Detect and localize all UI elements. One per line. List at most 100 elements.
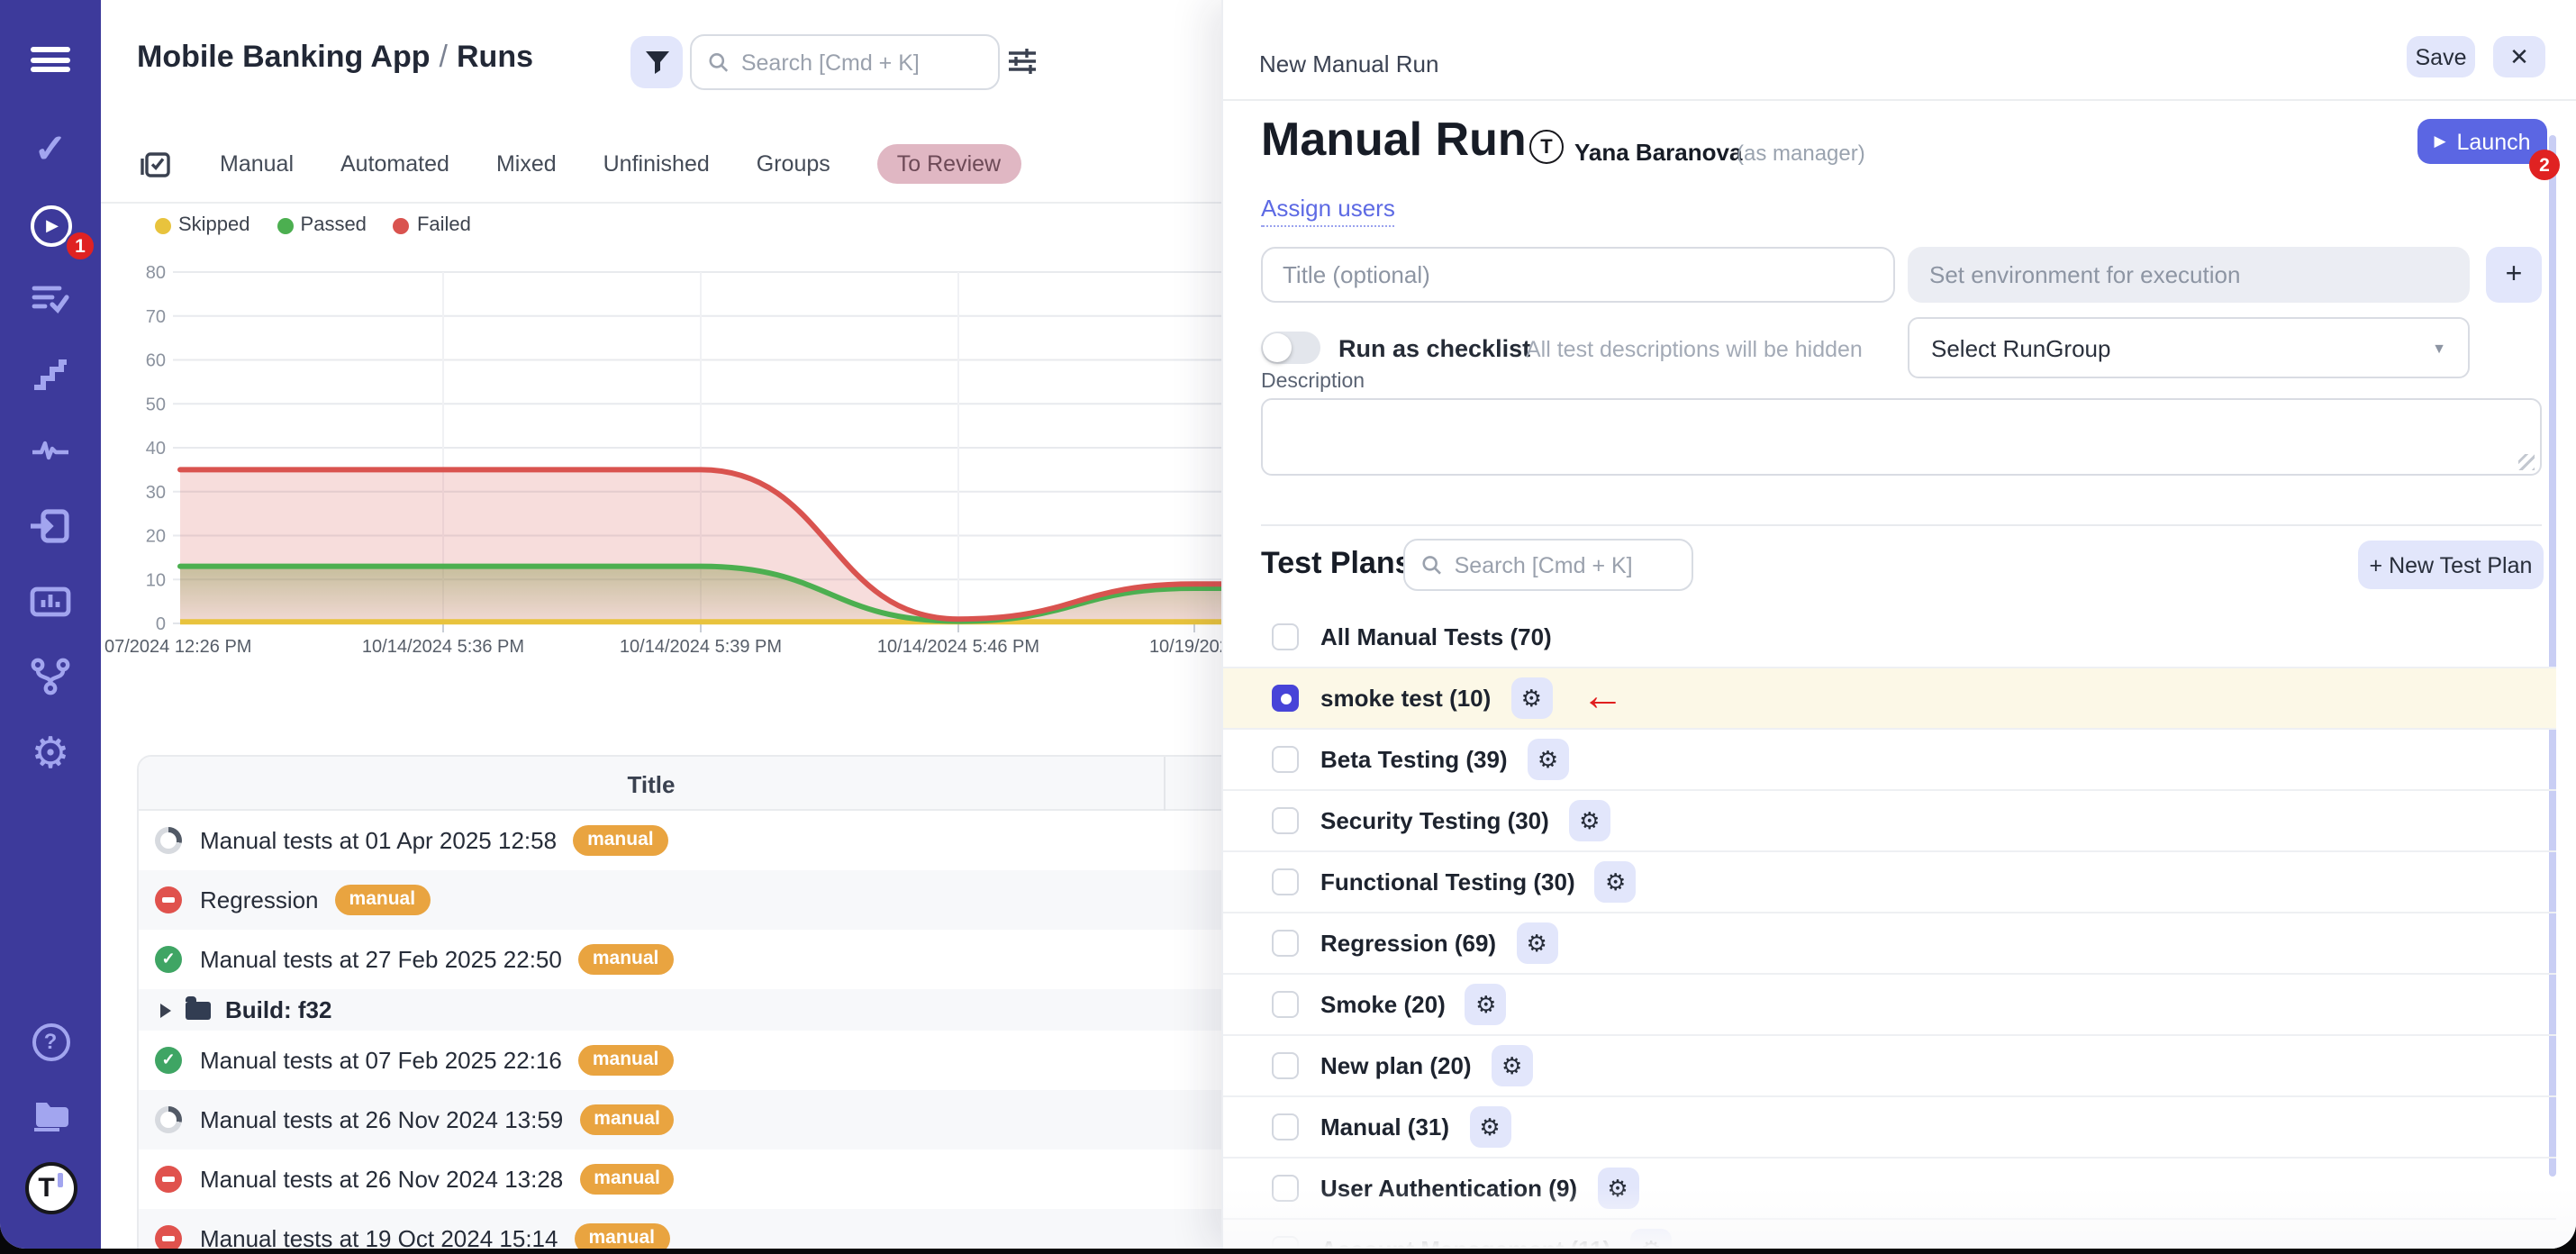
run-title[interactable]: Manual tests at 19 Oct 2024 15:14 xyxy=(200,1225,558,1249)
checkbox[interactable] xyxy=(1272,930,1299,957)
sign-in-icon[interactable] xyxy=(0,503,101,550)
test-plan-label[interactable]: Functional Testing (30) xyxy=(1320,868,1575,895)
plan-settings-gear-icon[interactable]: ⚙ xyxy=(1569,800,1610,841)
plan-settings-gear-icon[interactable]: ⚙ xyxy=(1630,1229,1672,1249)
run-title[interactable]: Manual tests at 26 Nov 2024 13:59 xyxy=(200,1106,563,1133)
expand-caret-icon[interactable] xyxy=(160,1003,171,1017)
menu-icon[interactable] xyxy=(0,36,101,83)
analytics-chart-icon[interactable] xyxy=(0,578,101,625)
legend-item[interactable]: Passed xyxy=(277,214,367,236)
test-plan-label[interactable]: Beta Testing (39) xyxy=(1320,746,1508,773)
table-row[interactable]: Manual tests at 01 Apr 2025 12:58manual xyxy=(139,811,1221,870)
checkbox[interactable] xyxy=(1272,1113,1299,1140)
pulse-icon[interactable] xyxy=(0,425,101,472)
test-plan-row[interactable]: Functional Testing (30) ⚙ xyxy=(1223,852,2556,913)
test-plan-row[interactable]: New plan (20) ⚙ xyxy=(1223,1036,2556,1097)
run-as-checklist-toggle[interactable] xyxy=(1261,332,1320,364)
test-plan-row[interactable]: Manual (31) ⚙ xyxy=(1223,1097,2556,1159)
checkbox[interactable] xyxy=(1272,868,1299,895)
breadcrumb-project[interactable]: Mobile Banking App xyxy=(137,40,431,74)
test-plan-label[interactable]: All Manual Tests (70) xyxy=(1320,623,1552,650)
test-plan-row[interactable]: User Authentication (9) ⚙ xyxy=(1223,1159,2556,1220)
test-plan-row[interactable]: Smoke (20) ⚙ xyxy=(1223,975,2556,1036)
test-list-check-icon[interactable] xyxy=(0,276,101,323)
plan-settings-gear-icon[interactable]: ⚙ xyxy=(1528,739,1569,780)
legend-item[interactable]: Failed xyxy=(394,214,471,236)
test-plan-row[interactable]: Beta Testing (39) ⚙ xyxy=(1223,730,2556,791)
plan-settings-gear-icon[interactable]: ⚙ xyxy=(1492,1045,1533,1086)
new-test-plan-button[interactable]: + New Test Plan xyxy=(2358,541,2544,589)
tab-groups[interactable]: Groups xyxy=(757,151,830,177)
tab-automated[interactable]: Automated xyxy=(340,151,449,177)
test-plan-row[interactable]: Security Testing (30) ⚙ xyxy=(1223,791,2556,852)
logo-avatar[interactable]: T xyxy=(0,1164,101,1211)
plan-settings-gear-icon[interactable]: ⚙ xyxy=(1597,1168,1638,1209)
plan-settings-gear-icon[interactable]: ⚙ xyxy=(1595,861,1637,903)
plan-settings-gear-icon[interactable]: ⚙ xyxy=(1516,922,1557,964)
add-environment-button[interactable]: + xyxy=(2486,247,2542,303)
table-row[interactable]: Regressionmanual xyxy=(139,870,1221,930)
filter-button[interactable] xyxy=(630,36,683,88)
select-all-icon[interactable] xyxy=(141,148,173,180)
checkbox[interactable] xyxy=(1272,1236,1299,1249)
checkbox[interactable] xyxy=(1272,1052,1299,1079)
search-input[interactable] xyxy=(741,50,982,75)
breadcrumb-page[interactable]: Runs xyxy=(457,40,533,74)
tab-to-review[interactable]: To Review xyxy=(877,144,1020,184)
plan-settings-gear-icon[interactable]: ⚙ xyxy=(1510,677,1552,719)
table-row[interactable]: ✓Manual tests at 27 Feb 2025 22:50manual xyxy=(139,930,1221,989)
launch-button[interactable]: ▶Launch xyxy=(2417,119,2547,164)
test-plan-label[interactable]: New plan (20) xyxy=(1320,1052,1472,1079)
checkmark-icon[interactable]: ✓ xyxy=(0,126,101,173)
save-button[interactable]: Save xyxy=(2407,36,2475,77)
checkbox-checked[interactable] xyxy=(1272,685,1299,712)
settings-gear-icon[interactable]: ⚙ xyxy=(0,730,101,777)
plan-settings-gear-icon[interactable]: ⚙ xyxy=(1465,984,1507,1025)
test-plan-label[interactable]: Smoke (20) xyxy=(1320,991,1446,1018)
tab-unfinished[interactable]: Unfinished xyxy=(603,151,710,177)
test-plan-label[interactable]: User Authentication (9) xyxy=(1320,1175,1577,1202)
legend-item[interactable]: Skipped xyxy=(155,214,250,236)
run-title[interactable]: Regression xyxy=(200,886,319,913)
checkbox[interactable] xyxy=(1272,991,1299,1018)
run-title[interactable]: Build: f32 xyxy=(225,996,331,1023)
test-plans-search-input[interactable] xyxy=(1455,552,1675,577)
run-title-input[interactable] xyxy=(1261,247,1895,303)
tab-manual[interactable]: Manual xyxy=(220,151,294,177)
environment-input[interactable] xyxy=(1908,247,2470,303)
checkbox[interactable] xyxy=(1272,623,1299,650)
test-plan-row[interactable]: Regression (69) ⚙ xyxy=(1223,913,2556,975)
description-textarea[interactable] xyxy=(1261,398,2542,476)
checkbox[interactable] xyxy=(1272,746,1299,773)
plan-settings-gear-icon[interactable]: ⚙ xyxy=(1469,1106,1510,1148)
projects-folder-icon[interactable] xyxy=(0,1092,101,1139)
test-plan-label[interactable]: Account Management (11) xyxy=(1320,1236,1610,1249)
table-row[interactable]: Manual tests at 26 Nov 2024 13:28manual xyxy=(139,1150,1221,1209)
test-plan-label[interactable]: Manual (31) xyxy=(1320,1113,1449,1140)
table-row[interactable]: Manual tests at 19 Oct 2024 15:14manual xyxy=(139,1209,1221,1249)
rungroup-select[interactable]: Select RunGroup▼ xyxy=(1908,317,2470,378)
view-settings-icon[interactable] xyxy=(1007,47,1038,85)
test-plan-row[interactable]: Account Management (11) ⚙ xyxy=(1223,1220,2556,1249)
test-plan-label[interactable]: smoke test (10) xyxy=(1320,685,1491,712)
checkbox[interactable] xyxy=(1272,807,1299,834)
checkbox[interactable] xyxy=(1272,1175,1299,1202)
run-title[interactable]: Manual tests at 27 Feb 2025 22:50 xyxy=(200,946,562,973)
steps-icon[interactable] xyxy=(0,351,101,398)
assign-users-link[interactable]: Assign users xyxy=(1261,195,1395,227)
test-plan-label[interactable]: Security Testing (30) xyxy=(1320,807,1549,834)
table-row[interactable]: Manual tests at 26 Nov 2024 13:59manual xyxy=(139,1090,1221,1150)
close-button[interactable]: ✕ xyxy=(2493,36,2545,77)
help-icon[interactable]: ? xyxy=(0,1018,101,1065)
run-title[interactable]: Manual tests at 01 Apr 2025 12:58 xyxy=(200,827,557,854)
test-plan-row[interactable]: All Manual Tests (70) xyxy=(1223,607,2556,668)
table-row[interactable]: ✓Manual tests at 07 Feb 2025 22:16manual xyxy=(139,1031,1221,1090)
run-title[interactable]: Manual tests at 07 Feb 2025 22:16 xyxy=(200,1047,562,1074)
run-title[interactable]: Manual tests at 26 Nov 2024 13:28 xyxy=(200,1166,563,1193)
branch-icon[interactable] xyxy=(0,652,101,699)
resize-handle[interactable] xyxy=(2518,454,2535,470)
test-plan-label[interactable]: Regression (69) xyxy=(1320,930,1496,957)
tab-mixed[interactable]: Mixed xyxy=(496,151,557,177)
test-plan-row[interactable]: smoke test (10)⚙← xyxy=(1223,668,2556,730)
table-row[interactable]: Build: f32 xyxy=(139,989,1221,1031)
